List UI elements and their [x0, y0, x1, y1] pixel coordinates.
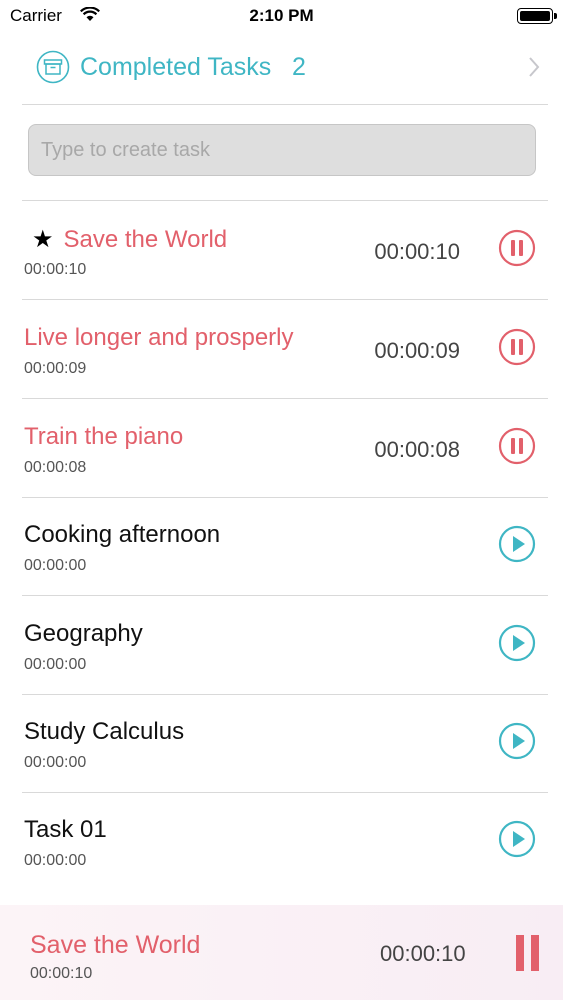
task-row[interactable]: Study Calculus 00:00:00 — [22, 694, 548, 793]
task-row[interactable]: Live longer and prosperly 00:00:09 00:00… — [22, 300, 548, 399]
task-total-time: 00:00:00 — [24, 754, 87, 771]
now-playing-total-time: 00:00:10 — [30, 965, 93, 982]
chevron-right-icon — [529, 57, 540, 77]
task-title: Study Calculus — [24, 718, 185, 745]
task-total-time: 00:00:00 — [24, 656, 87, 673]
task-total-time: 00:00:09 — [24, 360, 87, 377]
completed-tasks-count: 2 — [292, 53, 306, 81]
now-playing-timer: 00:00:10 — [380, 941, 466, 966]
status-time: 2:10 PM — [249, 6, 314, 25]
pause-icon[interactable] — [516, 935, 540, 971]
status-bar: Carrier 2:10 PM — [0, 0, 563, 34]
play-circle-icon[interactable] — [498, 624, 536, 662]
create-task-input[interactable] — [28, 124, 536, 176]
now-playing-bar[interactable]: Save the World 00:00:10 00:00:10 — [0, 905, 563, 1000]
task-total-time: 00:00:10 — [24, 261, 87, 278]
task-total-time: 00:00:00 — [24, 557, 87, 574]
play-circle-icon[interactable] — [498, 820, 536, 858]
battery-icon — [517, 8, 557, 24]
task-timer: 00:00:08 — [374, 437, 460, 462]
task-row[interactable]: ★ Save the World 00:00:10 00:00:10 — [22, 201, 548, 300]
task-row[interactable]: Geography 00:00:00 — [22, 596, 548, 695]
completed-tasks-label: Completed Tasks — [80, 53, 272, 81]
play-circle-icon[interactable] — [498, 722, 536, 760]
task-title: Train the piano — [24, 423, 184, 450]
archive-box-icon — [36, 50, 70, 84]
create-task-section — [22, 104, 548, 201]
task-title: Live longer and prosperly — [24, 324, 294, 351]
pause-circle-icon[interactable] — [498, 229, 536, 267]
completed-tasks-row[interactable]: Completed Tasks 2 — [22, 34, 548, 105]
task-title-text: Save the World — [63, 226, 228, 253]
task-total-time: 00:00:08 — [24, 459, 87, 476]
task-row[interactable]: Task 01 00:00:00 — [22, 792, 548, 890]
task-title: Geography — [24, 620, 143, 647]
pause-circle-icon[interactable] — [498, 328, 536, 366]
task-timer: 00:00:10 — [374, 239, 460, 264]
task-title: ★ Save the World — [24, 225, 227, 254]
task-total-time: 00:00:00 — [24, 852, 87, 869]
play-circle-icon[interactable] — [498, 525, 536, 563]
pause-circle-icon[interactable] — [498, 427, 536, 465]
task-row[interactable]: Cooking afternoon 00:00:00 — [22, 497, 548, 596]
star-icon: ★ — [32, 226, 54, 253]
task-title: Cooking afternoon — [24, 521, 221, 548]
task-row[interactable]: Train the piano 00:00:08 00:00:08 — [22, 399, 548, 498]
now-playing-title: Save the World — [30, 931, 201, 959]
task-timer: 00:00:09 — [374, 338, 460, 363]
task-title: Task 01 — [24, 816, 107, 843]
